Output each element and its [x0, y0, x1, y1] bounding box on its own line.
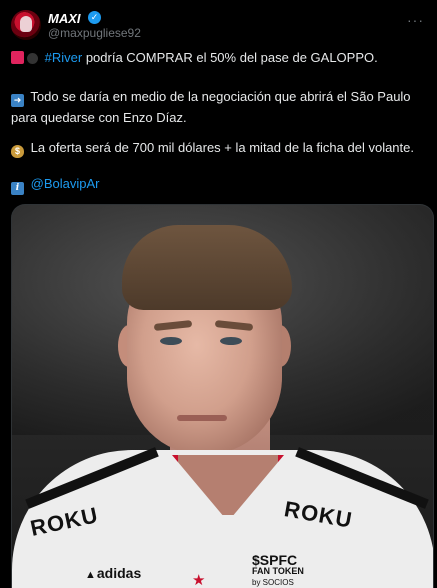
siren-emoji-icon [11, 51, 24, 64]
tweet-header: MAXI ✓ @maxpugliese92 ··· [11, 10, 426, 46]
tweet-line-4: i @BolavipAr [11, 173, 429, 195]
money-bag-emoji-icon: $ [11, 145, 24, 158]
player-eye-left [160, 337, 182, 345]
player-eye-right [220, 337, 242, 345]
star-icon: ★ [192, 572, 206, 588]
brand-stripes-icon: ▲ [85, 569, 96, 581]
fan-token-logo: $SPFC FAN TOKEN by SOCIOS [252, 552, 304, 588]
author-handle[interactable]: @maxpugliese92 [48, 26, 141, 40]
hashtag-link[interactable]: #River [45, 50, 83, 65]
right-arrow-emoji-icon: ➜ [11, 94, 24, 107]
mention-link[interactable]: @BolavipAr [31, 176, 100, 191]
fan-token-by: by SOCIOS [252, 578, 294, 587]
tweet-media-image[interactable]: ROKU ROKU ▲ adidas ★ $SPFC FAN TOKEN by S… [11, 204, 434, 588]
tweet-line-1-text: podría COMPRAR el 50% del pase de GALOPP… [82, 50, 378, 65]
fan-token-title: $SPFC [252, 552, 298, 568]
tweet-line-2-text: Todo se daría en medio de la negociación… [11, 89, 411, 125]
avatar[interactable] [11, 10, 41, 40]
tweet-line-3: $ La oferta será de 700 mil dólares + la… [11, 137, 429, 158]
fan-token-subtitle: FAN TOKEN [252, 566, 304, 576]
brand-logo-text: adidas [96, 565, 142, 581]
tweet-line-3-text: La oferta será de 700 mil dólares + la m… [30, 140, 414, 155]
info-emoji-icon: i [11, 182, 24, 195]
more-options-icon[interactable]: ··· [407, 12, 424, 28]
player-mouth [177, 415, 227, 421]
player-hair [122, 225, 292, 310]
tweet-line-1: #River podría COMPRAR el 50% del pase de… [11, 47, 429, 68]
bomb-emoji-icon [27, 53, 38, 64]
author-name[interactable]: MAXI [48, 11, 81, 26]
brand-logo: ▲ adidas [85, 565, 141, 581]
verified-badge-icon: ✓ [88, 11, 101, 24]
tweet-line-2: ➜ Todo se daría en medio de la negociaci… [11, 86, 429, 128]
